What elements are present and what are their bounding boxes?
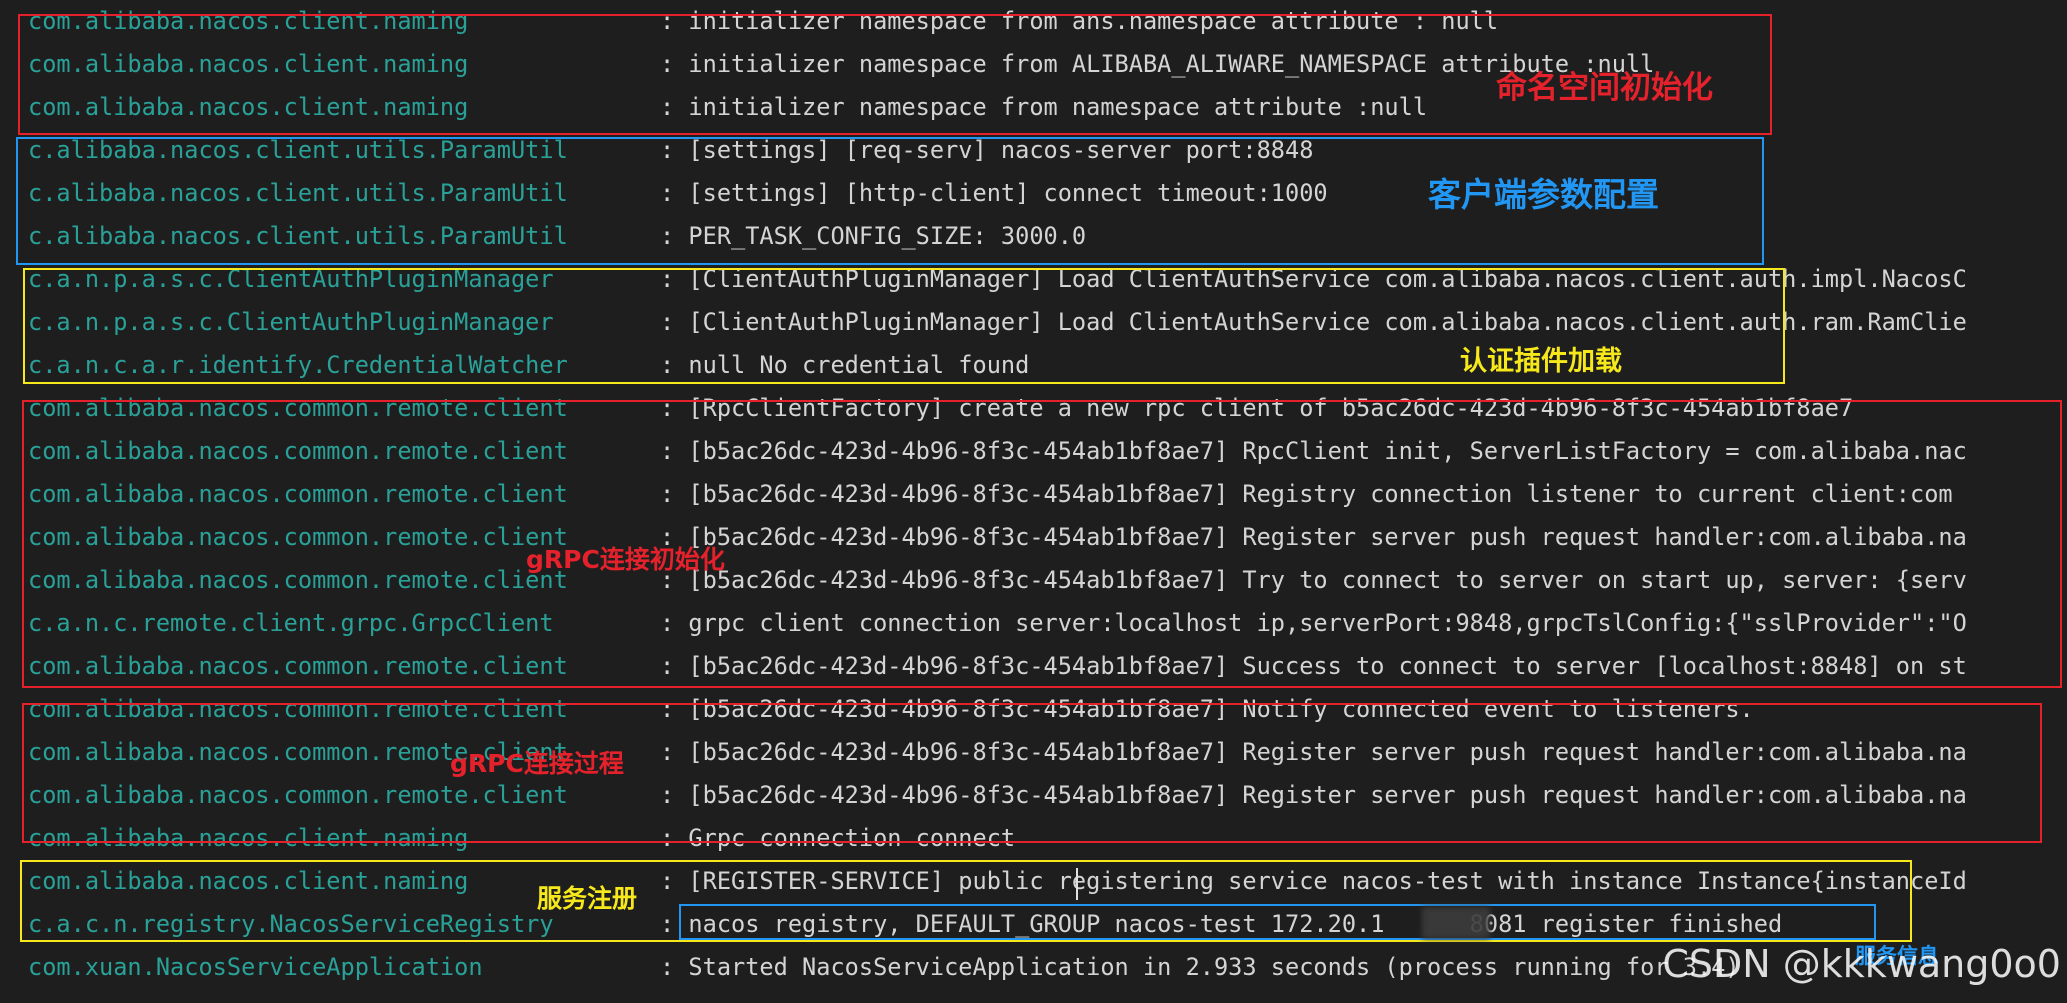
log-line: com.xuan.NacosServiceApplication : Starte…: [28, 946, 1740, 989]
grpc-process-label: gRPC连接过程: [450, 749, 624, 778]
log-message: : Started NacosServiceApplication in 2.9…: [660, 953, 1740, 981]
redacted-ip-region: [1422, 907, 1490, 939]
grpc-process-box: [22, 703, 2042, 843]
service-register-label: 服务注册: [537, 884, 638, 913]
grpc-init-label: gRPC连接初始化: [526, 545, 725, 574]
text-cursor: [1076, 868, 1078, 900]
auth-plugin-label: 认证插件加载: [1460, 346, 1622, 377]
namespace-init-label: 命名空间初始化: [1496, 70, 1713, 106]
service-info-box: [679, 904, 1876, 940]
log-logger-name: com.xuan.NacosServiceApplication: [28, 953, 483, 981]
client-params-label: 客户端参数配置: [1428, 175, 1659, 214]
csdn-watermark: CSDN @kkkwang0o0: [1662, 942, 2061, 986]
grpc-init-box: [22, 400, 2062, 688]
console-output: com.alibaba.nacos.client.naming: initial…: [0, 0, 2067, 1003]
